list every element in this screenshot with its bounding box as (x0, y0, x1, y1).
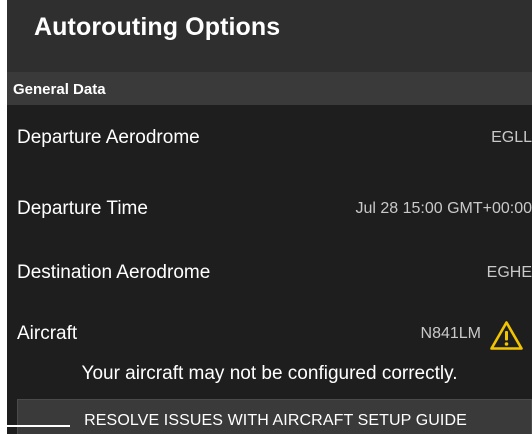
page-title: Autorouting Options (34, 13, 281, 41)
resolve-issues-guide-label: RESOLVE ISSUES WITH AIRCRAFT SETUP GUIDE (84, 412, 467, 429)
departure-aerodrome-label: Departure Aerodrome (17, 127, 200, 148)
callout-pointer-line (0, 425, 70, 427)
aircraft-row[interactable]: Aircraft N841LM (7, 310, 532, 358)
autorouting-panel: Autorouting Options General Data Departu… (7, 0, 532, 434)
resolve-issues-guide-button[interactable]: RESOLVE ISSUES WITH AIRCRAFT SETUP GUIDE (17, 399, 532, 434)
departure-aerodrome-value: EGLL (491, 129, 532, 146)
departure-time-value: Jul 28 15:00 GMT+00:00 (355, 200, 532, 217)
destination-aerodrome-row[interactable]: Destination Aerodrome EGHE (7, 249, 532, 297)
section-title: General Data (13, 81, 106, 98)
departure-time-label: Departure Time (17, 198, 148, 219)
departure-time-row[interactable]: Departure Time Jul 28 15:00 GMT+00:00 (7, 185, 532, 233)
departure-aerodrome-row[interactable]: Departure Aerodrome EGLL (7, 114, 532, 162)
destination-aerodrome-label: Destination Aerodrome (17, 262, 211, 283)
aircraft-value: N841LM (420, 325, 481, 342)
warning-icon[interactable] (490, 321, 523, 350)
destination-aerodrome-value: EGHE (486, 264, 532, 281)
left-frame-border (0, 0, 7, 434)
autorouting-options-screen: Autorouting Options General Data Departu… (0, 0, 532, 434)
aircraft-warning-message: Your aircraft may not be configured corr… (81, 363, 458, 384)
aircraft-label: Aircraft (17, 323, 78, 344)
